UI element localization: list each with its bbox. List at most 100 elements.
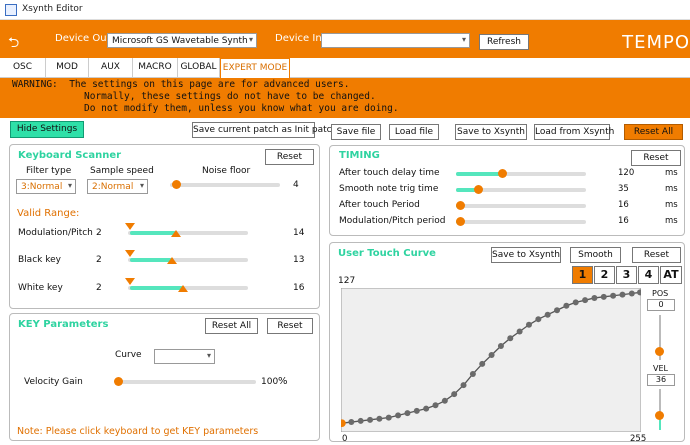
key-parameters-panel: KEY Parameters Reset All Reset Curve ▾ V… bbox=[9, 313, 320, 441]
timing-slider-knob[interactable] bbox=[455, 201, 465, 210]
tab-bar: OSC MOD AUX MACRO GLOBAL EXPERT MODE bbox=[0, 58, 690, 78]
smooth-button[interactable]: Smooth bbox=[570, 247, 621, 263]
timing-reset-button[interactable]: Reset bbox=[631, 150, 681, 166]
curve-point[interactable] bbox=[367, 416, 374, 423]
tab-macro[interactable]: MACRO bbox=[133, 58, 178, 78]
sample-speed-label: Sample speed bbox=[90, 166, 154, 176]
curve-point[interactable] bbox=[516, 328, 523, 335]
curve-point[interactable] bbox=[357, 417, 364, 424]
device-in-select[interactable]: ▾ bbox=[321, 33, 470, 48]
curve-point[interactable] bbox=[376, 415, 383, 422]
touch-curve-graph[interactable] bbox=[341, 288, 641, 432]
curve-select-button-2[interactable]: 2 bbox=[594, 266, 615, 284]
timing-slider-knob[interactable] bbox=[474, 185, 484, 194]
noise-floor-slider[interactable] bbox=[170, 180, 280, 189]
curve-point[interactable] bbox=[572, 299, 579, 306]
x-min-label: 0 bbox=[342, 434, 348, 444]
curve-select-button-4[interactable]: 4 bbox=[638, 266, 659, 284]
range-max-value: 13 bbox=[293, 255, 305, 265]
pos-value[interactable]: 0 bbox=[647, 299, 675, 311]
key-parameters-reset-all-button[interactable]: Reset All bbox=[205, 318, 258, 334]
curve-point[interactable] bbox=[628, 290, 635, 297]
vel-value[interactable]: 36 bbox=[647, 374, 675, 386]
load-from-xsynth-button[interactable]: Load from Xsynth bbox=[534, 124, 614, 140]
keyboard-scanner-reset-button[interactable]: Reset bbox=[265, 149, 314, 165]
curve-point[interactable] bbox=[395, 412, 402, 419]
curve-point[interactable] bbox=[413, 407, 420, 414]
curve-point[interactable] bbox=[385, 414, 392, 421]
curve-point[interactable] bbox=[535, 316, 542, 323]
sample-speed-value: 2:Normal bbox=[92, 182, 134, 192]
curve-point[interactable] bbox=[544, 311, 551, 318]
timing-slider-fill bbox=[456, 172, 502, 176]
range-min-handle[interactable] bbox=[125, 278, 136, 285]
range-slider[interactable] bbox=[128, 231, 248, 235]
timing-slider[interactable] bbox=[456, 172, 586, 176]
velocity-gain-knob[interactable] bbox=[114, 377, 123, 386]
curve-select[interactable]: ▾ bbox=[154, 349, 215, 364]
curve-point[interactable] bbox=[525, 321, 532, 328]
curve-point[interactable] bbox=[460, 382, 467, 389]
vel-label: VEL bbox=[653, 364, 668, 373]
keyboard-scanner-title: Keyboard Scanner bbox=[18, 150, 122, 161]
curve-point[interactable] bbox=[479, 360, 486, 367]
curve-point[interactable] bbox=[582, 297, 589, 304]
range-max-handle[interactable] bbox=[178, 285, 189, 292]
noise-floor-knob[interactable] bbox=[171, 180, 181, 189]
curve-save-to-xsynth-button[interactable]: Save to Xsynth bbox=[491, 247, 561, 263]
range-slider[interactable] bbox=[128, 258, 248, 262]
range-min-handle[interactable] bbox=[125, 250, 136, 257]
velocity-gain-label: Velocity Gain bbox=[24, 377, 83, 387]
curve-point[interactable] bbox=[563, 302, 570, 309]
curve-point[interactable] bbox=[507, 335, 514, 342]
curve-select-button-3[interactable]: 3 bbox=[616, 266, 637, 284]
curve-point[interactable] bbox=[591, 294, 598, 301]
curve-select-button-1[interactable]: 1 bbox=[572, 266, 593, 284]
save-init-patch-button[interactable]: Save current patch as Init patch bbox=[192, 122, 337, 138]
touch-curve-reset-button[interactable]: Reset bbox=[632, 247, 681, 263]
timing-slider[interactable] bbox=[456, 204, 586, 208]
timing-slider[interactable] bbox=[456, 220, 586, 224]
save-to-xsynth-button[interactable]: Save to Xsynth bbox=[455, 124, 527, 140]
sample-speed-select[interactable]: 2:Normal ▾ bbox=[87, 179, 148, 194]
range-min-value: 2 bbox=[96, 228, 102, 238]
x-max-label: 255 bbox=[630, 434, 647, 444]
timing-slider-knob[interactable] bbox=[455, 217, 465, 226]
curve-point[interactable] bbox=[619, 291, 626, 298]
refresh-button[interactable]: Refresh bbox=[479, 34, 529, 50]
device-out-select[interactable]: Microsoft GS Wavetable Synth ▾ bbox=[107, 33, 257, 48]
range-max-handle[interactable] bbox=[167, 257, 178, 264]
curve-point[interactable] bbox=[348, 419, 355, 426]
curve-point[interactable] bbox=[469, 370, 476, 377]
pos-slider-knob[interactable] bbox=[655, 347, 664, 356]
reset-all-button[interactable]: Reset All bbox=[624, 124, 683, 140]
save-file-button[interactable]: Save file bbox=[331, 124, 381, 140]
chevron-down-icon: ▾ bbox=[248, 35, 253, 44]
curve-point[interactable] bbox=[432, 402, 439, 409]
tab-mod[interactable]: MOD bbox=[46, 58, 89, 78]
load-file-button[interactable]: Load file bbox=[389, 124, 439, 140]
tab-aux[interactable]: AUX bbox=[89, 58, 133, 78]
filter-type-select[interactable]: 3:Normal ▾ bbox=[16, 179, 76, 194]
key-parameters-reset-button[interactable]: Reset bbox=[267, 318, 313, 334]
range-min-handle[interactable] bbox=[125, 223, 136, 230]
curve-point[interactable] bbox=[497, 343, 504, 350]
curve-point[interactable] bbox=[441, 397, 448, 404]
curve-select-button-at[interactable]: AT bbox=[660, 266, 682, 284]
range-max-handle[interactable] bbox=[171, 230, 181, 237]
curve-point[interactable] bbox=[600, 293, 607, 300]
velocity-gain-slider[interactable] bbox=[114, 377, 256, 386]
curve-point[interactable] bbox=[554, 307, 561, 314]
curve-point[interactable] bbox=[610, 292, 617, 299]
curve-point[interactable] bbox=[423, 405, 430, 412]
tab-osc[interactable]: OSC bbox=[0, 58, 46, 78]
curve-point[interactable] bbox=[404, 410, 411, 417]
timing-slider-knob[interactable] bbox=[497, 169, 507, 178]
range-max-value: 14 bbox=[293, 228, 305, 238]
tab-expert-mode[interactable]: EXPERT MODE bbox=[220, 58, 290, 78]
vel-slider-knob[interactable] bbox=[655, 411, 664, 420]
curve-point[interactable] bbox=[488, 351, 495, 358]
curve-point[interactable] bbox=[451, 391, 458, 398]
hide-settings-button[interactable]: Hide Settings bbox=[10, 121, 84, 138]
tab-global[interactable]: GLOBAL bbox=[178, 58, 220, 78]
